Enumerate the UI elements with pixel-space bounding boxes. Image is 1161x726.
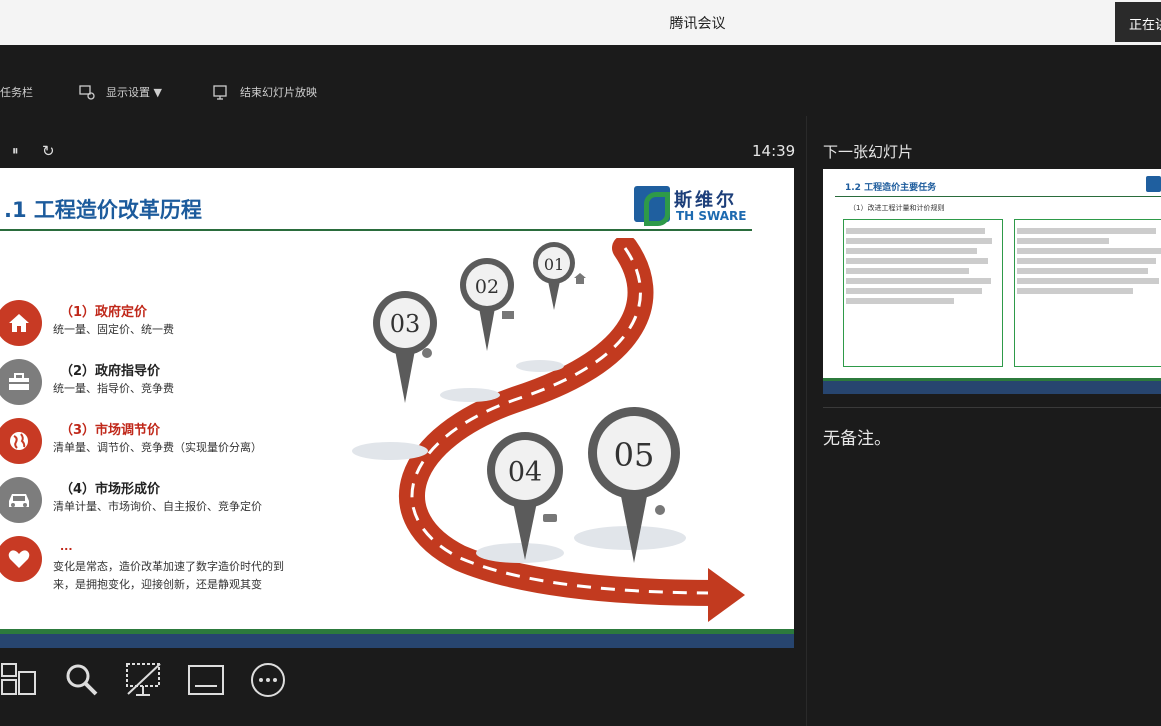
next-slide-footer-navy xyxy=(823,381,1161,394)
pin-04: 04 xyxy=(487,432,563,560)
notes-divider xyxy=(823,407,1161,408)
slide-footer-navy xyxy=(0,634,794,648)
small-briefcase-icon xyxy=(502,311,514,319)
briefcase-icon xyxy=(0,359,42,405)
pin-label: 03 xyxy=(390,310,421,338)
taskbar-label: 任务栏 xyxy=(0,86,33,99)
next-slide-logo-icon xyxy=(1146,176,1161,192)
display-settings-button[interactable]: 显示设置 ▼ xyxy=(78,84,162,100)
car-icon xyxy=(0,477,42,523)
next-slide-right-box xyxy=(1014,219,1161,367)
next-slide-thumbnail[interactable]: 1.2 工程造价主要任务 （1）改进工程计量和计价规则 xyxy=(823,169,1161,394)
pin-label: 04 xyxy=(508,457,542,488)
item-desc: 统一量、指导价、竞争费 xyxy=(53,382,174,395)
item-title: （4）市场形成价 xyxy=(60,482,161,497)
taskbar-button[interactable]: 任务栏 xyxy=(0,84,33,100)
item-title: （1）政府定价 xyxy=(60,305,148,320)
heart-icon xyxy=(0,536,42,582)
window-title: 腾讯会议 xyxy=(669,16,726,32)
slide-controls: ⏸ ↻ 14:39 xyxy=(0,138,800,166)
closing-line-1: 变化是常态，造价改革加速了数字造价时代的到 xyxy=(53,560,284,573)
pin-05: 05 xyxy=(588,407,680,563)
pin-02: 02 xyxy=(460,258,514,351)
globe-icon xyxy=(0,418,42,464)
next-slide-underline xyxy=(835,196,1161,197)
presenter-toolbar: 任务栏 显示设置 ▼ 结束幻灯片放映 xyxy=(0,64,1161,116)
slide-title: .1 工程造价改革历程 xyxy=(4,198,202,222)
more-options-icon[interactable] xyxy=(248,660,288,700)
item-desc: 清单量、调节价、竞争费（实现量价分离） xyxy=(53,441,262,454)
milestone-pins: 03 02 01 04 05 xyxy=(373,242,680,563)
next-slide-label: 下一张幻灯片 xyxy=(823,143,914,161)
black-screen-icon[interactable] xyxy=(124,660,164,700)
item-desc: 清单计量、市场询价、自主报价、竞争定价 xyxy=(53,500,262,513)
elapsed-timer: 14:39 xyxy=(752,142,796,160)
speaker-notes: 无备注。 xyxy=(823,429,891,449)
end-slideshow-label: 结束幻灯片放映 xyxy=(240,86,317,99)
title-underline xyxy=(0,229,752,231)
display-settings-label: 显示设置 ▼ xyxy=(106,86,162,99)
pin-label: 05 xyxy=(614,436,655,474)
speaking-status-button[interactable]: 正在讲话 xyxy=(1115,2,1161,42)
end-slideshow-button[interactable]: 结束幻灯片放映 xyxy=(212,84,317,100)
zoom-icon[interactable] xyxy=(62,660,102,700)
monitor-settings-icon xyxy=(79,85,95,100)
pin-label: 02 xyxy=(475,276,499,298)
house-icon xyxy=(0,300,42,346)
panel-separator xyxy=(806,116,807,726)
logo-mark-icon xyxy=(634,186,670,226)
logo-text-en: TH SWARE xyxy=(676,209,747,223)
company-logo: 斯维尔 TH SWARE xyxy=(634,186,758,226)
pin-03: 03 xyxy=(373,291,437,403)
item-title: （2）政府指导价 xyxy=(60,364,161,379)
small-house-icon xyxy=(574,273,586,284)
end-slideshow-icon xyxy=(213,85,227,100)
next-slide-title: 1.2 工程造价主要任务 xyxy=(845,183,937,193)
pause-icon[interactable]: ⏸ xyxy=(12,144,19,159)
closing-line-2: 来，是拥抱变化，迎接创新，还是静观其变 xyxy=(53,578,262,591)
next-slide-subtitle: （1）改进工程计量和计价规则 xyxy=(849,204,945,212)
small-globe-icon xyxy=(422,348,432,358)
pin-01: 01 xyxy=(533,242,575,310)
closing-dots: ... xyxy=(60,540,73,553)
restart-timer-icon[interactable]: ↻ xyxy=(42,142,55,160)
next-slide-left-box xyxy=(843,219,1003,367)
small-car-icon xyxy=(543,514,557,522)
current-slide[interactable]: .1 工程造价改革历程 斯维尔 TH SWARE （1）政府定价 统一量、固定价… xyxy=(0,168,794,648)
small-heart-icon xyxy=(655,505,665,515)
slide-tools xyxy=(0,656,800,702)
pin-label: 01 xyxy=(544,255,564,274)
item-desc: 统一量、固定价、统一费 xyxy=(53,323,174,336)
subtitles-icon[interactable] xyxy=(186,660,226,700)
window-titlebar: 腾讯会议 正在讲话 xyxy=(0,0,1161,45)
see-all-slides-icon[interactable] xyxy=(0,660,40,700)
item-title: （3）市场调节价 xyxy=(60,423,161,438)
